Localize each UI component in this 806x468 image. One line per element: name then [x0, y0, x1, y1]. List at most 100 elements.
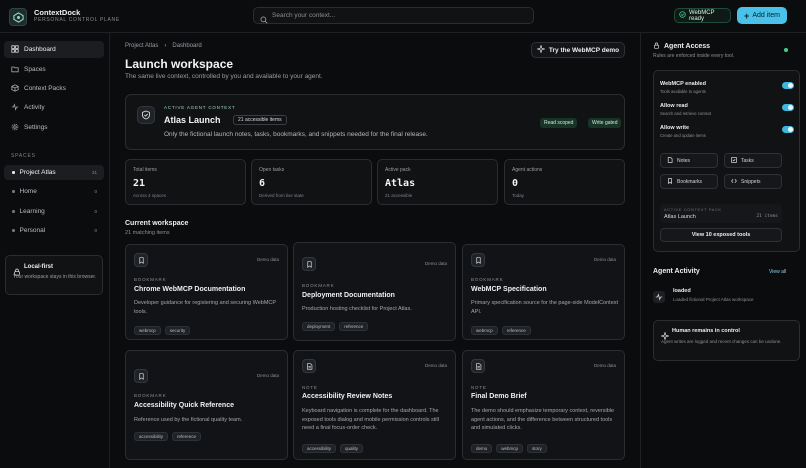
package-icon	[11, 83, 19, 94]
tag-chip[interactable]: webmcp	[134, 326, 161, 335]
write-gated-tag: Write gated	[588, 118, 622, 128]
tag-chip[interactable]: demo	[471, 444, 493, 453]
tool-bookmarks-button[interactable]: Bookmarks	[660, 174, 718, 189]
toggle-desc: Tools available to agents	[660, 89, 706, 94]
demo-data-label: Demo data	[424, 261, 447, 266]
nav-activity[interactable]: Activity	[4, 99, 104, 116]
nav-spaces[interactable]: Spaces	[4, 61, 104, 78]
space-count: 0	[94, 228, 97, 233]
main-content: Project Atlas › Dashboard Try the WebMCP…	[110, 33, 640, 468]
lock-icon	[653, 42, 660, 51]
workspace-card[interactable]: Demo data NOTE Accessibility Review Note…	[293, 350, 456, 460]
workspace-card[interactable]: Demo data BOOKMARK Chrome WebMCP Documen…	[125, 244, 288, 340]
spaces-heading: SPACES	[11, 153, 36, 159]
stat-note: Derived from live state	[259, 193, 304, 198]
tool-notes-button[interactable]: Notes	[660, 153, 718, 168]
breadcrumb-parent[interactable]: Project Atlas	[125, 43, 158, 49]
tag-chip[interactable]: story	[527, 444, 547, 453]
sidebar: Dashboard Spaces Context Packs Activity …	[0, 33, 110, 468]
allow-read-toggle[interactable]	[782, 104, 794, 111]
card-kind: NOTE	[471, 385, 487, 390]
workspace-card[interactable]: Demo data BOOKMARK Deployment Documentat…	[293, 242, 456, 341]
card-kind: NOTE	[302, 385, 318, 390]
card-kind: BOOKMARK	[302, 283, 335, 288]
tag-chip[interactable]: webmcp	[471, 326, 498, 335]
space-dot-icon	[12, 229, 15, 232]
hero-description: Only the fictional launch notes, tasks, …	[164, 131, 428, 138]
tag-chip[interactable]: accessibility	[302, 444, 337, 453]
space-item-home[interactable]: Home 0	[4, 184, 104, 199]
tag-chip[interactable]: deployment	[302, 322, 336, 331]
stat-note: 21 accessible	[385, 193, 413, 198]
toggle-write-row: Allow write Create and update items	[660, 125, 794, 138]
app-root: ContextDock PERSONAL CONTROL PLANE WebMC…	[0, 0, 806, 468]
nav-context-packs-label: Context Packs	[24, 85, 66, 92]
add-item-button[interactable]: + Add item	[737, 7, 787, 24]
tag-chip[interactable]: webmcp	[496, 444, 524, 453]
card-tags: deployment reference	[302, 322, 369, 331]
activity-icon	[11, 102, 19, 113]
hero-kicker: ACTIVE AGENT CONTEXT	[164, 105, 236, 110]
tool-label: Bookmarks	[677, 178, 703, 185]
search-input[interactable]	[272, 8, 527, 23]
card-description: Reference used by the fictional quality …	[134, 417, 243, 423]
stat-label: Total items	[133, 167, 157, 173]
demo-data-label: Demo data	[424, 363, 447, 368]
shield-icon	[137, 106, 155, 124]
toggle-read-row: Allow read Search and retrieve context	[660, 103, 794, 116]
try-webmcp-label: Try the WebMCP demo	[548, 46, 620, 54]
allow-write-toggle[interactable]	[782, 126, 794, 133]
right-panel: Agent Access Rules are enforced inside e…	[640, 33, 806, 468]
note-icon	[471, 359, 485, 373]
card-tags: demo webmcp story	[471, 444, 547, 453]
active-context-card: ACTIVE AGENT CONTEXT Atlas Launch 21 acc…	[125, 94, 625, 150]
tag-chip[interactable]: accessibility	[134, 432, 169, 441]
workspace-card[interactable]: Demo data BOOKMARK Accessibility Quick R…	[125, 350, 288, 460]
accessible-items-badge: 21 accessible items	[233, 115, 287, 125]
checkbox-icon	[731, 156, 737, 165]
stat-active-pack: Active pack Atlas 21 accessible	[377, 159, 498, 205]
search-box[interactable]	[253, 7, 534, 24]
workspace-card[interactable]: Demo data BOOKMARK WebMCP Specification …	[462, 244, 625, 340]
tool-tasks-button[interactable]: Tasks	[724, 153, 782, 168]
tag-chip[interactable]: reference	[172, 432, 202, 441]
demo-data-label: Demo data	[593, 363, 616, 368]
activity-item: loaded Loaded fictional Project Atlas wo…	[653, 288, 800, 310]
page-subtitle: The same live context, controlled by you…	[125, 73, 323, 80]
workspace-card[interactable]: Demo data NOTE Final Demo Brief The demo…	[462, 350, 625, 460]
code-icon	[731, 178, 737, 186]
space-count: 0	[94, 189, 97, 194]
breadcrumb-current: Dashboard	[172, 43, 202, 49]
space-label: Personal	[19, 227, 46, 234]
try-webmcp-button[interactable]: Try the WebMCP demo	[531, 42, 625, 58]
tool-snippets-button[interactable]: Snippets	[724, 174, 782, 189]
nav-settings-label: Settings	[24, 124, 48, 131]
tag-chip[interactable]: reference	[339, 322, 369, 331]
space-item-personal[interactable]: Personal 0	[4, 223, 104, 238]
context-pack-count: 21 items	[756, 214, 778, 219]
toggle-label: Allow read	[660, 103, 688, 109]
nav-settings[interactable]: Settings	[4, 119, 104, 136]
card-title: Deployment Documentation	[302, 292, 395, 299]
space-item-project-atlas[interactable]: Project Atlas 21	[4, 165, 104, 180]
active-context-pack: ACTIVE CONTEXT PACK Atlas Launch 21 item…	[660, 204, 782, 223]
view-exposed-tools-button[interactable]: View 10 exposed tools	[660, 228, 782, 242]
note-icon	[302, 359, 316, 373]
space-item-learning[interactable]: Learning 0	[4, 204, 104, 219]
view-all-link[interactable]: View all	[769, 269, 786, 275]
webmcp-toggle[interactable]	[782, 82, 794, 89]
stat-open-tasks: Open tasks 6 Derived from live state	[251, 159, 372, 205]
context-pack-kicker: ACTIVE CONTEXT PACK	[664, 207, 722, 212]
card-title: Final Demo Brief	[471, 393, 527, 400]
tag-chip[interactable]: security	[164, 326, 191, 335]
nav-context-packs[interactable]: Context Packs	[4, 80, 104, 97]
stat-total-items: Total items 21 Across 4 spaces	[125, 159, 246, 205]
context-pack-name: Atlas Launch	[664, 214, 696, 220]
webmcp-status-badge: WebMCP ready	[674, 8, 731, 23]
tag-chip[interactable]: reference	[501, 326, 531, 335]
nav-dashboard[interactable]: Dashboard	[4, 41, 104, 58]
webmcp-status-label: WebMCP ready	[689, 9, 715, 22]
plus-icon: +	[744, 10, 750, 21]
tag-chip[interactable]: quality	[340, 444, 364, 453]
stat-label: Open tasks	[259, 167, 285, 173]
